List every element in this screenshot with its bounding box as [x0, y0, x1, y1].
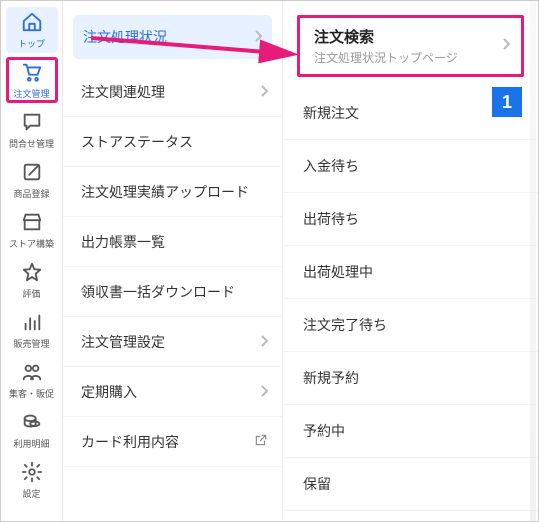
rail-item-label: トップ	[18, 40, 45, 49]
rail-item-promo[interactable]: 集客・販促	[6, 357, 58, 403]
rail-item-orders[interactable]: 注文管理	[6, 57, 58, 103]
chevron-right-icon	[260, 84, 268, 100]
submenu-item[interactable]: 注文管理設定	[63, 317, 282, 367]
detail-header-subtitle: 注文処理状況トップページ	[314, 49, 493, 66]
detail-item[interactable]: 入金待ち	[283, 140, 538, 193]
submenu-item-label: 注文処理実績アップロード	[81, 182, 249, 202]
submenu-item-label: ストアステータス	[81, 132, 193, 152]
detail-item-label: 出荷待ち	[303, 211, 359, 227]
rail-item-store[interactable]: ストア構築	[6, 207, 58, 253]
rail-item-label: 利用明細	[13, 440, 49, 449]
detail-header-title: 注文検索	[314, 26, 493, 47]
external-link-icon	[254, 433, 268, 450]
submenu-item-label: 注文管理設定	[81, 332, 165, 352]
submenu-item[interactable]: 出力帳票一覧	[63, 217, 282, 267]
rail-item-label: ストア構築	[9, 240, 54, 249]
submenu-item[interactable]: 注文関連処理	[63, 67, 282, 117]
submenu-item-label: 出力帳票一覧	[81, 232, 165, 252]
gear-icon	[21, 461, 43, 488]
submenu-panel: 注文処理状況注文関連処理ストアステータス注文処理実績アップロード出力帳票一覧領収…	[63, 1, 283, 521]
chat-icon	[21, 111, 43, 138]
detail-item-label: 入金待ち	[303, 158, 359, 174]
submenu-item[interactable]: カード利用内容	[63, 417, 282, 467]
rail-item-sales[interactable]: 販売管理	[6, 307, 58, 353]
detail-panel: 注文検索 注文処理状況トップページ 新規注文入金待ち出荷待ち出荷処理中注文完了待…	[283, 1, 538, 521]
star-icon	[21, 261, 43, 288]
rail-item-product[interactable]: 商品登録	[6, 157, 58, 203]
detail-item-label: 出荷処理中	[303, 264, 373, 280]
rail-item-label: 設定	[22, 490, 40, 499]
detail-item[interactable]: 出荷待ち	[283, 193, 538, 246]
detail-item-label: 新規注文	[303, 105, 359, 121]
detail-item[interactable]: 注文完了待ち	[283, 299, 538, 352]
detail-item-label: 保留	[303, 476, 331, 492]
app-frame: トップ注文管理問合せ管理商品登録ストア構築評価販売管理集客・販促利用明細設定 注…	[0, 0, 539, 522]
storefront-icon	[21, 211, 43, 238]
submenu-item[interactable]: 領収書一括ダウンロード	[63, 267, 282, 317]
submenu-item-label: 定期購入	[81, 382, 137, 402]
detail-item-label: 予約中	[303, 423, 345, 439]
detail-item[interactable]: 保留	[283, 458, 538, 511]
edit-icon	[21, 161, 43, 188]
submenu-item-label: 注文関連処理	[81, 82, 165, 102]
detail-header-order-search[interactable]: 注文検索 注文処理状況トップページ	[297, 15, 524, 77]
detail-item[interactable]: 出荷処理中	[283, 246, 538, 299]
rail-item-settings[interactable]: 設定	[6, 457, 58, 503]
detail-item-label: 注文完了待ち	[303, 317, 387, 333]
detail-item[interactable]: 予約中	[283, 405, 538, 458]
side-rail: トップ注文管理問合せ管理商品登録ストア構築評価販売管理集客・販促利用明細設定	[1, 1, 63, 521]
chevron-right-icon	[260, 384, 268, 400]
rail-item-label: 注文管理	[13, 90, 49, 99]
detail-item-label: 新規予約	[303, 370, 359, 386]
rail-item-label: 評価	[22, 290, 40, 299]
rail-item-usage[interactable]: 利用明細	[6, 407, 58, 453]
submenu-item-label: 注文処理状況	[83, 27, 167, 47]
detail-item[interactable]: キャンセル受付中	[283, 511, 538, 521]
detail-item[interactable]: 新規予約	[283, 352, 538, 405]
chevron-right-icon	[260, 334, 268, 350]
submenu-item[interactable]: ストアステータス	[63, 117, 282, 167]
rail-item-label: 販売管理	[13, 340, 49, 349]
chevron-right-icon	[254, 29, 262, 45]
rail-item-inquiry[interactable]: 問合せ管理	[6, 107, 58, 153]
rail-item-label: 商品登録	[13, 190, 49, 199]
rail-item-top[interactable]: トップ	[6, 7, 58, 53]
rail-item-review[interactable]: 評価	[6, 257, 58, 303]
rail-item-label: 問合せ管理	[9, 140, 54, 149]
submenu-item-label: カード利用内容	[81, 432, 179, 452]
submenu-item[interactable]: 定期購入	[63, 367, 282, 417]
submenu-item[interactable]: 注文処理状況	[73, 15, 272, 59]
cart-icon	[21, 61, 43, 88]
home-icon	[21, 11, 43, 38]
submenu-item[interactable]: 注文処理実績アップロード	[63, 167, 282, 217]
bars-icon	[21, 311, 43, 338]
detail-item[interactable]: 新規注文	[283, 87, 538, 140]
people-icon	[21, 361, 43, 388]
coins-icon	[21, 411, 43, 438]
chevron-right-icon	[501, 37, 511, 55]
rail-item-label: 集客・販促	[9, 390, 54, 399]
submenu-item-label: 領収書一括ダウンロード	[81, 282, 235, 302]
